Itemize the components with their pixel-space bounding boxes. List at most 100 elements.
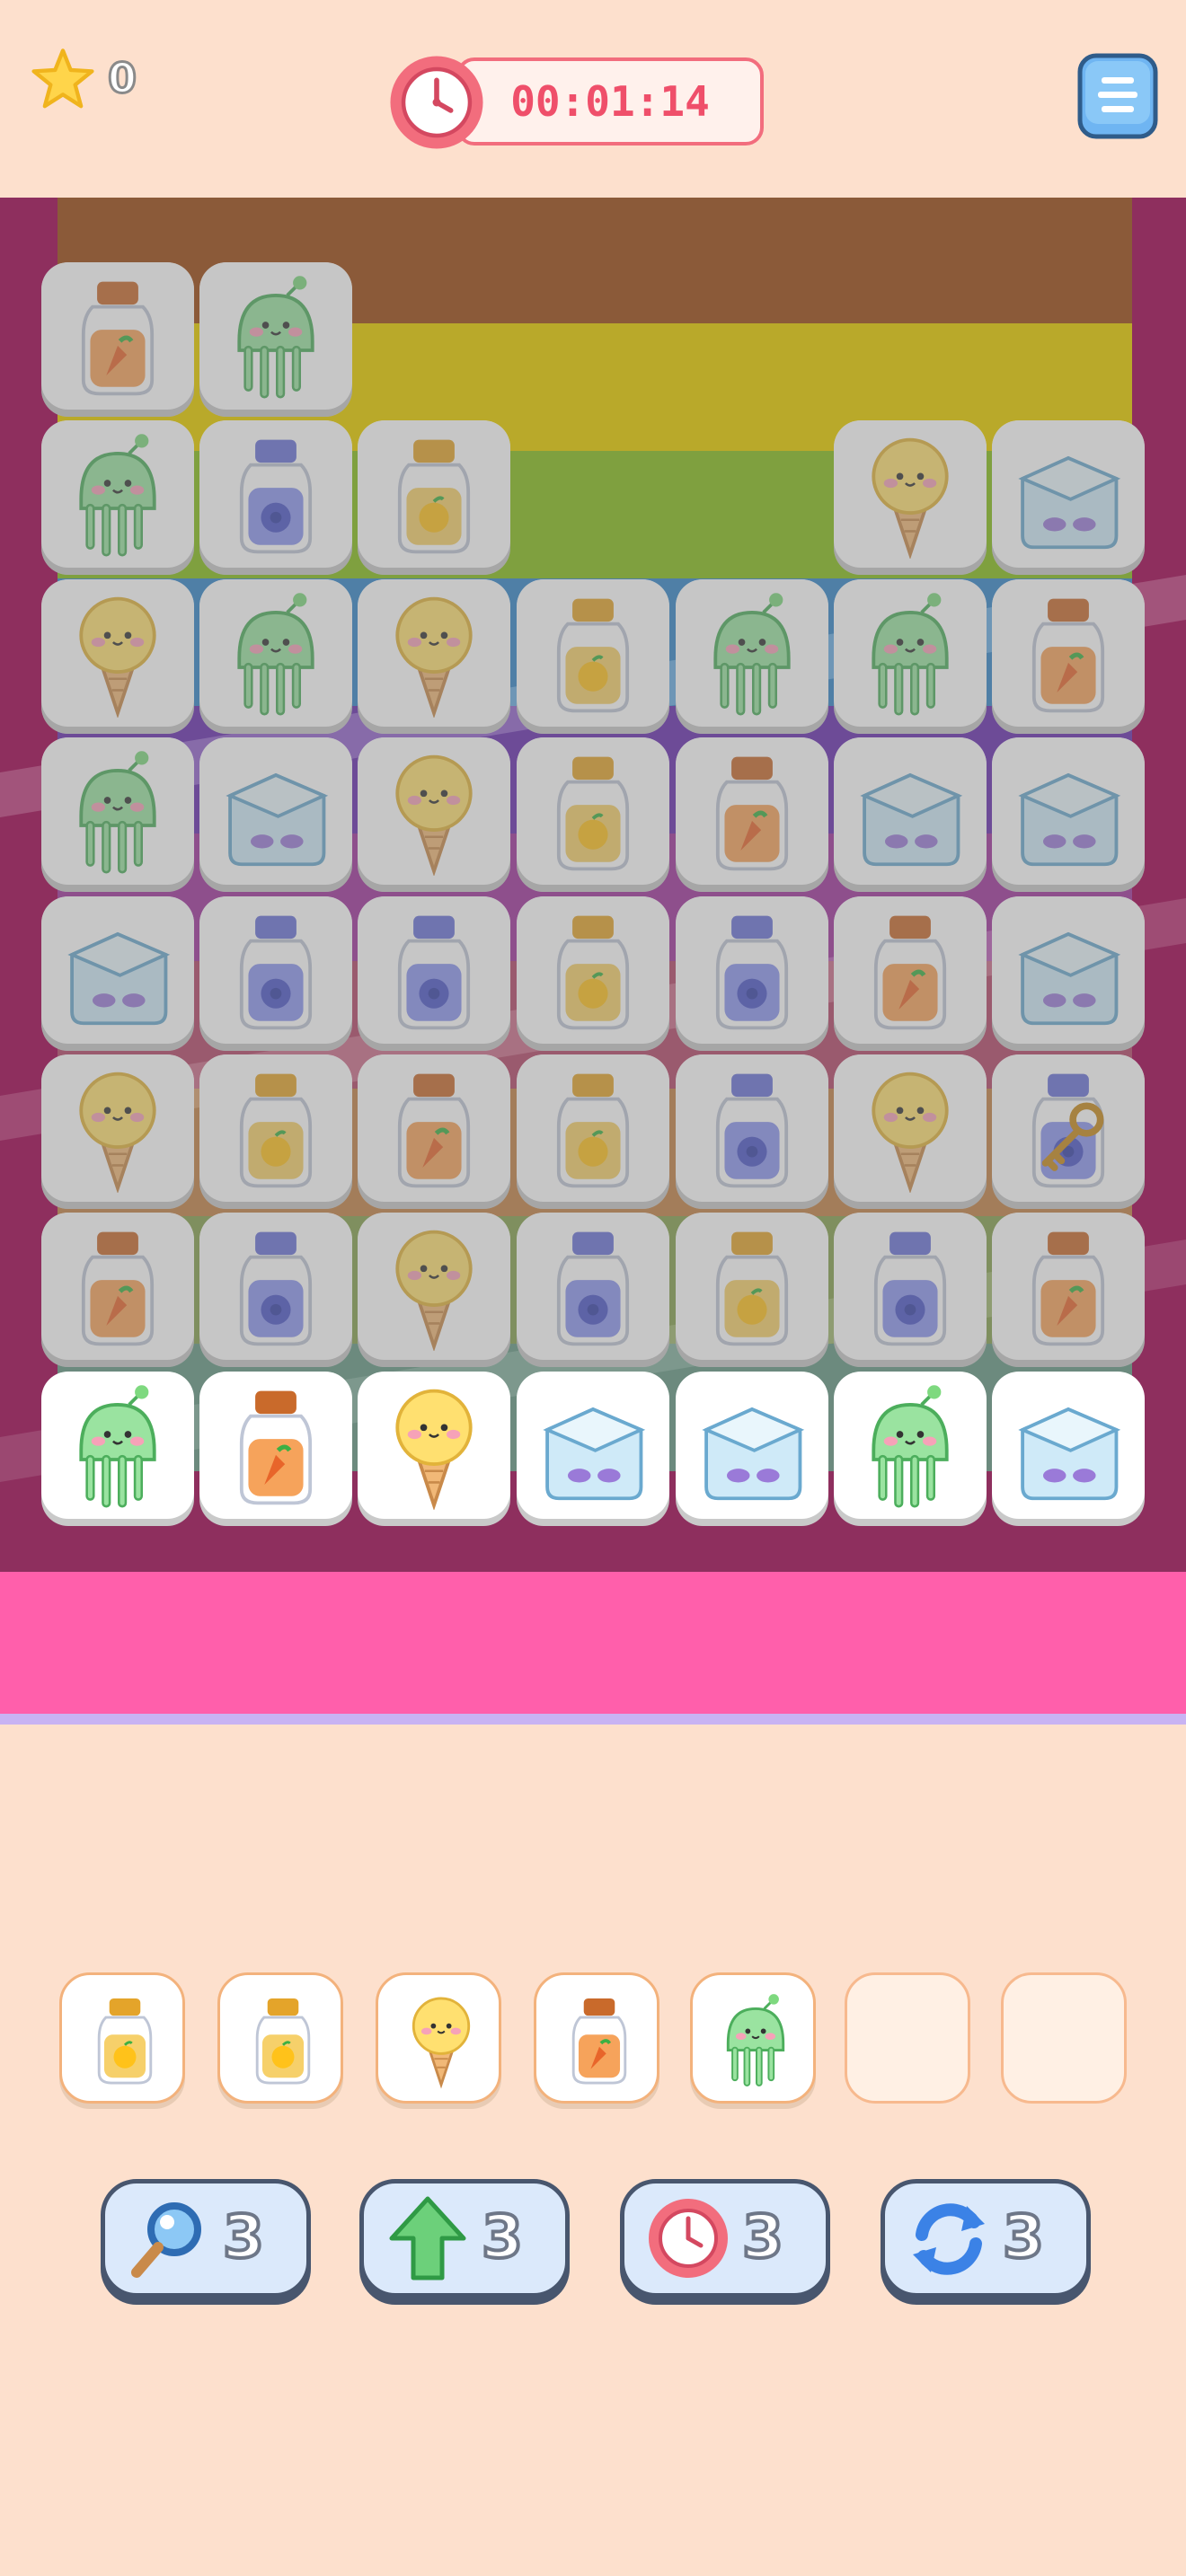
tile-lock-overlay [41,1213,194,1367]
star-counter: 0 [31,47,147,115]
tile-lock-overlay [41,262,194,417]
tile-lock-overlay [834,1054,987,1209]
tile-lock-overlay [676,1213,828,1367]
tile-lock-overlay [517,1054,669,1209]
tile-icecream [358,579,510,734]
tile-icecream [358,737,510,892]
tile-orange-jar [41,1213,194,1367]
tile-icecream [41,579,194,734]
tile-green-jellyfish [199,579,352,734]
icecream-icon [395,1389,473,1510]
tile-lunchbox [992,896,1145,1051]
tile-lock-overlay [358,579,510,734]
tile-lock-overlay [517,737,669,892]
tile-lock-overlay [992,579,1145,734]
booster-count: 3 [480,2201,525,2273]
timer-text: 00:01:14 [510,77,710,126]
booster-magnifier-button[interactable]: 3 [101,2179,311,2305]
tile-yellow-jar [358,420,510,575]
tile-orange-jar [676,737,828,892]
tile-yellow-jar [517,1054,669,1209]
tile-orange-jar [992,579,1145,734]
tile-lock-overlay [41,579,194,734]
tile-icecream [358,1213,510,1367]
tile-lock-overlay [992,1213,1145,1367]
lunchbox-icon [702,1407,805,1501]
booster-count: 3 [1001,2201,1046,2273]
tile-lock-overlay [358,896,510,1051]
tile-lunchbox[interactable] [676,1372,828,1524]
arrow-up-icon [389,2196,466,2280]
shuffle-icon [913,2203,985,2275]
tile-lock-overlay [199,1054,352,1209]
tile-lock-overlay [517,1213,669,1367]
star-count: 0 [106,53,137,104]
tile-lock-overlay [358,420,510,575]
tile-lock-overlay [992,896,1145,1051]
menu-button[interactable] [1076,52,1159,142]
tray-slot-green-jellyfish [690,1972,816,2104]
tile-lock-overlay [358,737,510,892]
tile-lock-overlay [992,420,1145,575]
tile-lock-overlay [41,737,194,892]
tile-green-jellyfish [834,579,987,734]
tile-lock-overlay [199,1213,352,1367]
tile-lock-overlay [834,420,987,575]
tile-blue-jar [676,896,828,1051]
tile-lock-overlay [834,1213,987,1367]
lunchbox-icon [1018,1407,1121,1501]
tile-blue-jar [358,896,510,1051]
tile-green-jellyfish [41,420,194,575]
tile-green-jellyfish[interactable] [41,1372,194,1524]
tile-lock-overlay [199,579,352,734]
tile-icecream [41,1054,194,1209]
tray-slot-yellow-jar [59,1972,185,2104]
tray-slot-yellow-jar [217,1972,343,2104]
collection-tray [0,1958,1186,2120]
tile-lock-overlay [41,896,194,1051]
green-jellyfish-icon [726,1994,785,2086]
tile-yellow-jar [517,579,669,734]
tile-yellow-jar [517,737,669,892]
tile-lock-overlay [199,737,352,892]
tile-yellow-jar [676,1213,828,1367]
tile-blue-jar-key [992,1054,1145,1209]
tile-lock-overlay [199,262,352,417]
tile-blue-jar [834,1213,987,1367]
tile-lunchbox [992,420,1145,575]
booster-shuffle-button[interactable]: 3 [881,2179,1091,2305]
booster-arrow-up-button[interactable]: 3 [359,2179,570,2305]
lunchbox-icon [543,1407,646,1501]
tile-icecream [834,420,987,575]
tile-lunchbox[interactable] [992,1372,1145,1524]
tile-blue-jar [199,896,352,1051]
tile-lock-overlay [517,896,669,1051]
orange-jar-icon [571,1998,627,2085]
clock-icon [390,56,483,149]
tile-lock-overlay [358,1213,510,1367]
tile-orange-jar[interactable] [199,1372,352,1524]
tile-lock-overlay [992,1054,1145,1209]
booster-clock-button[interactable]: 3 [620,2179,830,2305]
tile-blue-jar [517,1213,669,1367]
tile-green-jellyfish[interactable] [834,1372,987,1524]
tile-blue-jar [676,1054,828,1209]
green-jellyfish-icon [872,1385,949,1508]
booster-bar: 3 3 3 3 [0,2174,1186,2308]
yellow-jar-icon [255,1998,311,2085]
tile-lock-overlay [199,896,352,1051]
tile-orange-jar [834,896,987,1051]
tile-green-jellyfish [676,579,828,734]
green-jellyfish-icon [79,1385,156,1508]
icecream-icon [412,1997,471,2089]
orange-jar-icon [239,1390,313,1505]
tile-orange-jar [358,1054,510,1209]
tile-lock-overlay [992,737,1145,892]
tile-lock-overlay [517,579,669,734]
tile-lock-overlay [676,896,828,1051]
tile-lock-overlay [41,1054,194,1209]
tile-blue-jar [199,420,352,575]
tile-lock-overlay [676,579,828,734]
tile-lunchbox[interactable] [517,1372,669,1524]
tile-icecream[interactable] [358,1372,510,1524]
